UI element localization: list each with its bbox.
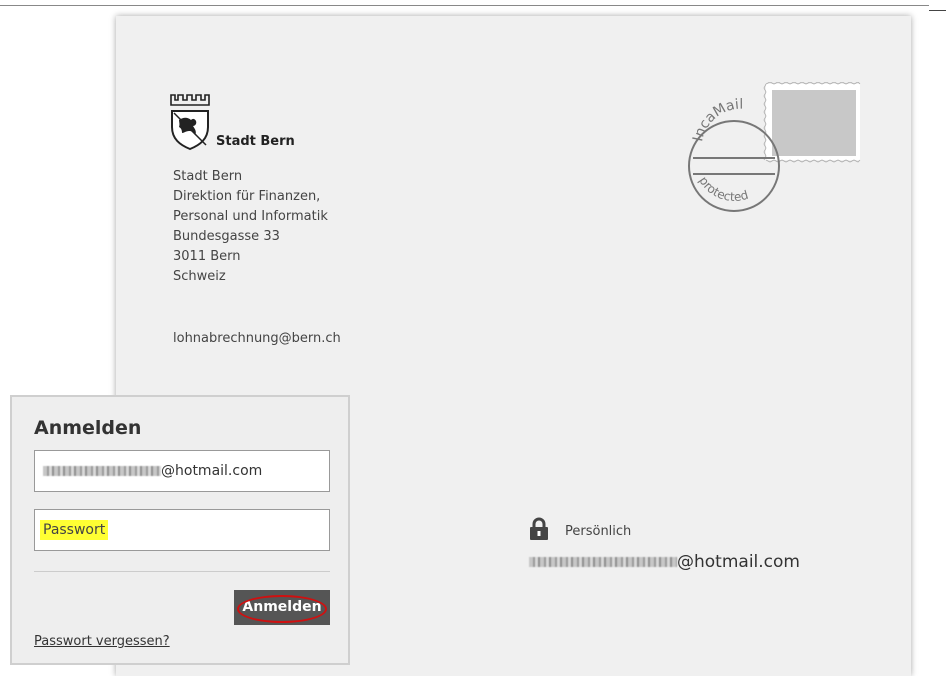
password-field[interactable]: Passwort [34,509,330,551]
svg-text:IncaMail: IncaMail [690,97,743,143]
address-line: Direktion für Finanzen, [173,189,321,204]
address-line: Schweiz [173,269,226,284]
recipient-email-domain: @hotmail.com [677,552,800,572]
recipient-label: Persönlich [565,524,632,539]
login-panel: Anmelden @hotmail.com Passwort Anmelden … [10,395,350,665]
forgot-password-link[interactable]: Passwort vergessen? [34,634,170,649]
sender-email: lohnabrechnung@bern.ch [173,331,341,346]
sender-address: Stadt Bern Direktion für Finanzen, Perso… [173,167,328,287]
annotation-ring [237,595,327,623]
address-line: Stadt Bern [173,169,243,184]
login-title: Anmelden [34,417,142,439]
redacted-username [43,466,161,476]
top-divider-right [929,10,946,11]
postmark-top-text: IncaMail [690,97,743,143]
login-button[interactable]: Anmelden [234,590,330,625]
redacted-username [529,557,677,567]
divider [34,571,330,572]
bern-bear-crest-icon [170,94,210,151]
lock-icon [530,517,548,540]
password-placeholder: Passwort [40,520,109,540]
email-field-domain: @hotmail.com [161,463,263,479]
address-line: Personal und Informatik [173,209,328,224]
email-field[interactable]: @hotmail.com [34,450,330,492]
stamp-postmark-icon: IncaMail protected [688,82,861,212]
recipient-email: @hotmail.com [529,552,800,572]
top-divider [0,5,929,6]
brand-name: Stadt Bern [216,134,295,149]
address-line: Bundesgasse 33 [173,229,280,244]
address-line: 3011 Bern [173,249,241,264]
